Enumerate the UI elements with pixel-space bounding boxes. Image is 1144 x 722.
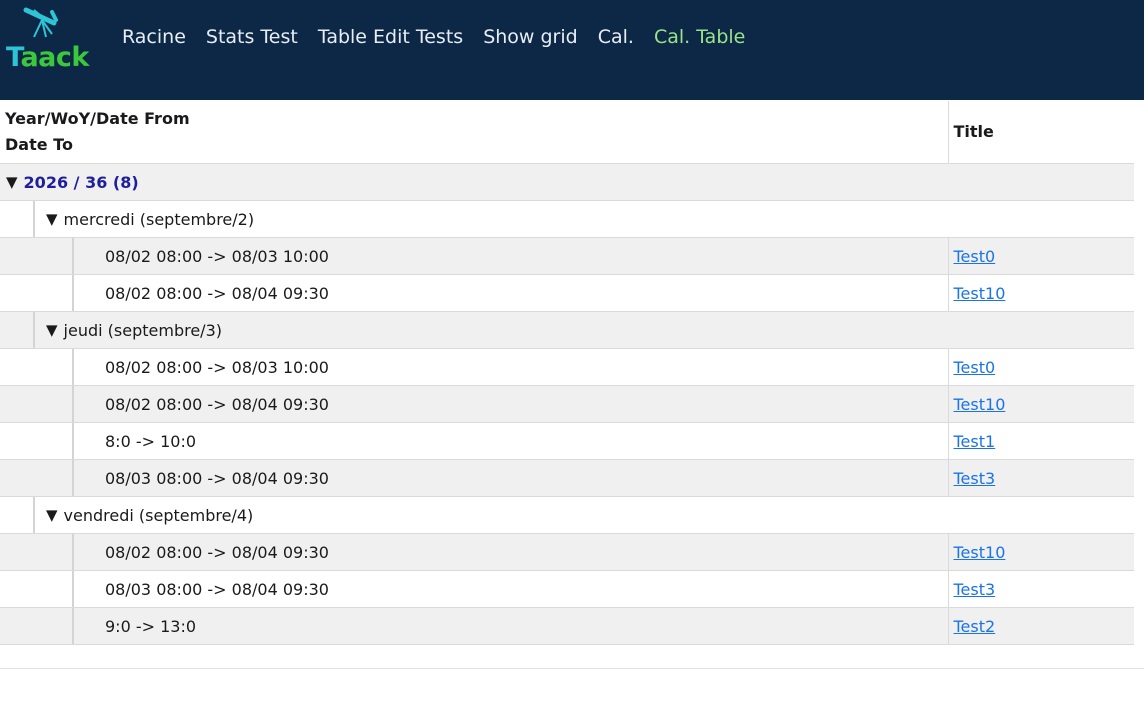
title-cell: Test0 xyxy=(947,348,1134,386)
day-label[interactable]: mercredi (septembre/2) xyxy=(64,210,255,229)
date-cell: 08/02 08:00 -> 08/03 10:00 xyxy=(0,348,948,386)
top-navbar: Taack Racine Stats Test Table Edit Tests… xyxy=(0,0,1144,100)
test-link[interactable]: Test10 xyxy=(954,395,1006,414)
indent-guide xyxy=(0,349,74,385)
table-row: 08/03 08:00 -> 08/04 09:30 Test3 xyxy=(0,459,1134,497)
nav-item-table-edit-tests[interactable]: Table Edit Tests xyxy=(308,24,473,50)
triangle-down-icon[interactable]: ▼ xyxy=(46,506,58,524)
indent-guide xyxy=(0,497,35,533)
date-cell: 08/02 08:00 -> 08/04 09:30 xyxy=(0,274,948,312)
group-label[interactable]: 2026 / 36 (8) xyxy=(24,173,139,192)
nav-item-cal[interactable]: Cal. xyxy=(588,24,644,50)
indent-guide xyxy=(0,201,35,237)
indent-guide xyxy=(0,386,74,422)
date-cell: 08/02 08:00 -> 08/04 09:30 xyxy=(0,533,948,571)
nav-item-show-grid[interactable]: Show grid xyxy=(473,24,588,50)
title-cell: Test3 xyxy=(947,459,1134,497)
logo-letters-rest: aack xyxy=(20,42,89,73)
triangle-down-icon[interactable]: ▼ xyxy=(46,210,58,228)
date-range: 08/02 08:00 -> 08/04 09:30 xyxy=(105,394,329,414)
title-cell: Test10 xyxy=(947,274,1134,312)
day-row: ▼ mercredi (septembre/2) xyxy=(0,200,1134,238)
date-range: 08/02 08:00 -> 08/04 09:30 xyxy=(105,542,329,562)
nav-menu: Racine Stats Test Table Edit Tests Show … xyxy=(112,24,755,50)
test-link[interactable]: Test3 xyxy=(954,580,996,599)
telescope-icon xyxy=(23,7,58,38)
indent-guide xyxy=(0,460,74,496)
title-cell: Test10 xyxy=(947,533,1134,571)
table-row: 08/03 08:00 -> 08/04 09:30 Test3 xyxy=(0,570,1134,608)
calendar-table: Year/WoY/Date From Date To Title ▼ 2026 … xyxy=(0,101,1134,645)
triangle-down-icon[interactable]: ▼ xyxy=(46,321,58,339)
table-row: 08/02 08:00 -> 08/04 09:30 Test10 xyxy=(0,533,1134,571)
table-row: 08/02 08:00 -> 08/03 10:00 Test0 xyxy=(0,237,1134,275)
date-cell: 08/02 08:00 -> 08/04 09:30 xyxy=(0,385,948,423)
indent-guide xyxy=(0,534,74,570)
column-header-dates-line2: Date To xyxy=(5,135,73,154)
title-cell: Test0 xyxy=(947,237,1134,275)
test-link[interactable]: Test2 xyxy=(954,617,996,636)
date-range: 08/03 08:00 -> 08/04 09:30 xyxy=(105,579,329,599)
date-cell: 08/02 08:00 -> 08/03 10:00 xyxy=(0,237,948,275)
table-row: 08/02 08:00 -> 08/03 10:00 Test0 xyxy=(0,348,1134,386)
table-row: 8:0 -> 10:0 Test1 xyxy=(0,422,1134,460)
column-header-dates-line1: Year/WoY/Date From xyxy=(5,109,190,128)
title-cell: Test10 xyxy=(947,385,1134,423)
footer-divider xyxy=(0,668,1144,669)
logo-letter-t: T xyxy=(6,42,21,73)
date-cell: 8:0 -> 10:0 xyxy=(0,422,948,460)
indent-guide xyxy=(0,238,74,274)
date-cell: 9:0 -> 13:0 xyxy=(0,607,948,645)
test-link[interactable]: Test10 xyxy=(954,543,1006,562)
nav-item-racine[interactable]: Racine xyxy=(112,24,196,50)
day-label[interactable]: vendredi (septembre/4) xyxy=(64,506,254,525)
test-link[interactable]: Test1 xyxy=(954,432,996,451)
column-header-dates[interactable]: Year/WoY/Date From Date To xyxy=(0,101,948,164)
nav-item-stats-test[interactable]: Stats Test xyxy=(196,24,308,50)
column-header-title[interactable]: Title xyxy=(947,101,1134,164)
day-cell: ▼ mercredi (septembre/2) xyxy=(0,200,1134,238)
day-cell: ▼ vendredi (septembre/4) xyxy=(0,496,1134,534)
nav-item-cal-table[interactable]: Cal. Table xyxy=(644,24,755,50)
group-cell: ▼ 2026 / 36 (8) xyxy=(0,163,1134,201)
day-label[interactable]: jeudi (septembre/3) xyxy=(64,321,222,340)
test-link[interactable]: Test0 xyxy=(954,358,996,377)
date-range: 08/02 08:00 -> 08/04 09:30 xyxy=(105,283,329,303)
indent-guide xyxy=(0,571,74,607)
date-cell: 08/03 08:00 -> 08/04 09:30 xyxy=(0,570,948,608)
title-cell: Test2 xyxy=(947,607,1134,645)
test-link[interactable]: Test10 xyxy=(954,284,1006,303)
day-row: ▼ vendredi (septembre/4) xyxy=(0,496,1134,534)
title-cell: Test1 xyxy=(947,422,1134,460)
indent-guide xyxy=(0,608,74,644)
date-cell: 08/03 08:00 -> 08/04 09:30 xyxy=(0,459,948,497)
indent-guide xyxy=(0,423,74,459)
day-cell: ▼ jeudi (septembre/3) xyxy=(0,311,1134,349)
logo-wordmark: Taack xyxy=(6,44,89,71)
date-range: 8:0 -> 10:0 xyxy=(105,431,197,451)
calendar-table-container: Year/WoY/Date From Date To Title ▼ 2026 … xyxy=(0,101,1134,645)
test-link[interactable]: Test3 xyxy=(954,469,996,488)
date-range: 08/03 08:00 -> 08/04 09:30 xyxy=(105,468,329,488)
date-range: 08/02 08:00 -> 08/03 10:00 xyxy=(105,246,329,266)
group-row-week: ▼ 2026 / 36 (8) xyxy=(0,163,1134,201)
taack-logo[interactable]: Taack xyxy=(4,6,89,76)
indent-guide xyxy=(0,275,74,311)
test-link[interactable]: Test0 xyxy=(954,247,996,266)
table-header-row: Year/WoY/Date From Date To Title xyxy=(0,101,1134,164)
day-row: ▼ jeudi (septembre/3) xyxy=(0,311,1134,349)
date-range: 08/02 08:00 -> 08/03 10:00 xyxy=(105,357,329,377)
table-row: 08/02 08:00 -> 08/04 09:30 Test10 xyxy=(0,274,1134,312)
table-row: 9:0 -> 13:0 Test2 xyxy=(0,607,1134,645)
triangle-down-icon[interactable]: ▼ xyxy=(6,173,18,191)
title-cell: Test3 xyxy=(947,570,1134,608)
date-range: 9:0 -> 13:0 xyxy=(105,616,197,636)
indent-guide xyxy=(0,312,35,348)
table-row: 08/02 08:00 -> 08/04 09:30 Test10 xyxy=(0,385,1134,423)
